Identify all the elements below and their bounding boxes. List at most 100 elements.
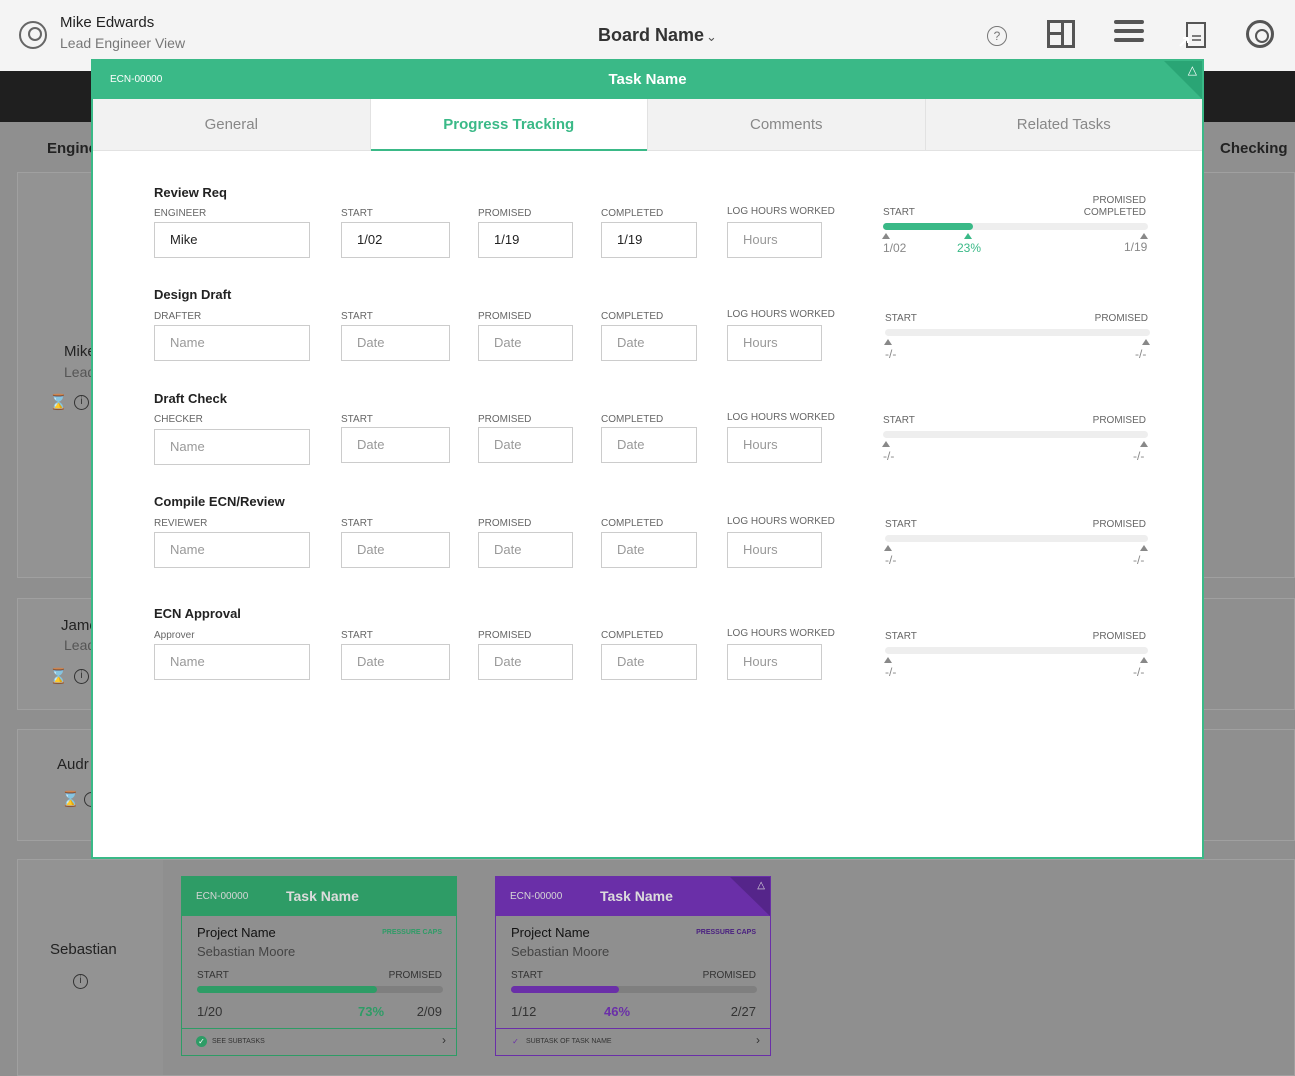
- check-circle-icon: ✓: [196, 1036, 207, 1047]
- tab-comments[interactable]: Comments: [648, 99, 926, 150]
- completed-field-label: COMPLETED: [601, 630, 664, 641]
- track-start-label: START: [885, 631, 917, 642]
- start-marker: [882, 233, 890, 239]
- promised-field-label: PROMISED: [478, 630, 532, 641]
- start-date-field[interactable]: Date: [341, 532, 450, 568]
- task-card-title: Task Name: [600, 888, 673, 904]
- task-card-footer[interactable]: ✓ SUBTASK OF TASK NAME ›: [496, 1028, 770, 1055]
- section-title: Review Req: [154, 185, 227, 200]
- progress-track-bar: [885, 535, 1148, 542]
- track-end-date: 1/19: [1124, 240, 1148, 254]
- promised-date-field[interactable]: 1/19: [478, 222, 573, 258]
- promised-date-field[interactable]: Date: [478, 644, 573, 680]
- completed-field-label: COMPLETED: [601, 208, 664, 219]
- engineer-field[interactable]: Mike: [154, 222, 310, 258]
- drafter-field[interactable]: Name: [154, 325, 310, 361]
- task-card-promised-date: 2/27: [730, 1004, 756, 1019]
- person-field-label: REVIEWER: [154, 518, 208, 529]
- report-icon[interactable]: [1178, 20, 1206, 50]
- subtask-of-link[interactable]: SUBTASK OF TASK NAME: [526, 1038, 612, 1045]
- completed-date-field[interactable]: Date: [601, 427, 697, 463]
- log-hours-field[interactable]: Hours: [727, 427, 822, 463]
- task-card[interactable]: ECN-00000 Task Name Project Name Sebasti…: [181, 876, 457, 1056]
- task-card-footer[interactable]: ✓ SEE SUBTASKS ›: [182, 1028, 456, 1055]
- track-end-date: -/-: [1133, 665, 1145, 679]
- section-title: Design Draft: [154, 287, 232, 302]
- promised-field-label: PROMISED: [478, 414, 532, 425]
- start-date-field[interactable]: Date: [341, 427, 450, 463]
- tab-progress-tracking[interactable]: Progress Tracking: [370, 99, 648, 151]
- task-card-person: Sebastian Moore: [197, 944, 296, 959]
- warning-icon[interactable]: △: [1188, 63, 1197, 77]
- promised-date-field[interactable]: Date: [478, 427, 573, 463]
- help-icon[interactable]: ?: [987, 26, 1007, 46]
- reviewer-field[interactable]: Name: [154, 532, 310, 568]
- log-hours-label: LOG HOURS WORKED: [727, 628, 835, 639]
- start-marker: [884, 545, 892, 551]
- hourglass-icon[interactable]: ⌛: [49, 395, 68, 410]
- track-start-label: START: [883, 207, 915, 218]
- person-field-label: CHECKER: [154, 414, 203, 425]
- completed-field-label: COMPLETED: [601, 414, 664, 425]
- log-hours-field[interactable]: Hours: [727, 325, 822, 361]
- completed-date-field[interactable]: 1/19: [601, 222, 697, 258]
- info-icon[interactable]: i: [74, 395, 89, 410]
- approver-field[interactable]: Name: [154, 644, 310, 680]
- task-card-start-date: 1/20: [197, 1004, 223, 1019]
- hourglass-icon[interactable]: ⌛: [61, 792, 80, 807]
- track-promised-label: PROMISED: [1094, 313, 1148, 324]
- task-card-ecn: ECN-00000: [196, 891, 249, 902]
- board-name-dropdown[interactable]: Board Name: [598, 25, 704, 46]
- task-card-start-label: START: [511, 970, 543, 981]
- start-field-label: START: [341, 414, 373, 425]
- person-field-label: ENGINEER: [154, 208, 207, 219]
- end-marker: [1140, 441, 1148, 447]
- user-avatar-icon[interactable]: [19, 21, 47, 49]
- task-modal: ECN-00000 Task Name △ General Progress T…: [91, 59, 1204, 859]
- log-hours-field[interactable]: Hours: [727, 644, 822, 680]
- info-icon[interactable]: i: [73, 974, 88, 989]
- start-date-field[interactable]: Date: [341, 325, 450, 361]
- track-end-date: -/-: [1133, 449, 1145, 463]
- end-marker: [1140, 545, 1148, 551]
- progress-track-bar: [885, 647, 1148, 654]
- column-header-checking: Checking: [1220, 140, 1288, 157]
- task-card[interactable]: ECN-00000 Task Name △ Project Name Sebas…: [495, 876, 771, 1056]
- tab-general[interactable]: General: [93, 99, 371, 150]
- progress-track-bar: [883, 223, 1148, 230]
- start-field-label: START: [341, 518, 373, 529]
- task-card-project: Project Name: [511, 925, 590, 940]
- hourglass-icon[interactable]: ⌛: [49, 669, 68, 684]
- track-start-label: START: [885, 313, 917, 324]
- task-card-header: ECN-00000 Task Name △: [496, 877, 770, 916]
- board-layout-icon[interactable]: [1047, 20, 1075, 48]
- end-marker: [1140, 657, 1148, 663]
- start-marker: [882, 441, 890, 447]
- chevron-right-icon[interactable]: ›: [442, 1033, 446, 1047]
- chevron-down-icon[interactable]: ⌄: [706, 29, 717, 45]
- start-date-field[interactable]: 1/02: [341, 222, 450, 258]
- info-icon[interactable]: i: [74, 669, 89, 684]
- completed-field-label: COMPLETED: [601, 311, 664, 322]
- chevron-right-icon[interactable]: ›: [756, 1033, 760, 1047]
- end-marker: [1140, 233, 1148, 239]
- track-progress-percent: 23%: [957, 241, 982, 255]
- task-card-start-label: START: [197, 970, 229, 981]
- promised-date-field[interactable]: Date: [478, 532, 573, 568]
- log-hours-field[interactable]: Hours: [727, 532, 822, 568]
- start-date-field[interactable]: Date: [341, 644, 450, 680]
- track-start-date: -/-: [885, 553, 897, 567]
- log-hours-field[interactable]: Hours: [727, 222, 822, 258]
- completed-date-field[interactable]: Date: [601, 325, 697, 361]
- tab-related-tasks[interactable]: Related Tasks: [926, 99, 1203, 150]
- checker-field[interactable]: Name: [154, 429, 310, 465]
- task-card-person: Sebastian Moore: [511, 944, 610, 959]
- promised-date-field[interactable]: Date: [478, 325, 573, 361]
- see-subtasks-link[interactable]: SEE SUBTASKS: [212, 1038, 265, 1045]
- list-view-icon[interactable]: [1114, 20, 1144, 50]
- completed-date-field[interactable]: Date: [601, 532, 697, 568]
- log-hours-label: LOG HOURS WORKED: [727, 412, 835, 423]
- user-role: Lead Engineer View: [60, 35, 186, 51]
- completed-date-field[interactable]: Date: [601, 644, 697, 680]
- settings-gear-icon[interactable]: [1246, 20, 1274, 48]
